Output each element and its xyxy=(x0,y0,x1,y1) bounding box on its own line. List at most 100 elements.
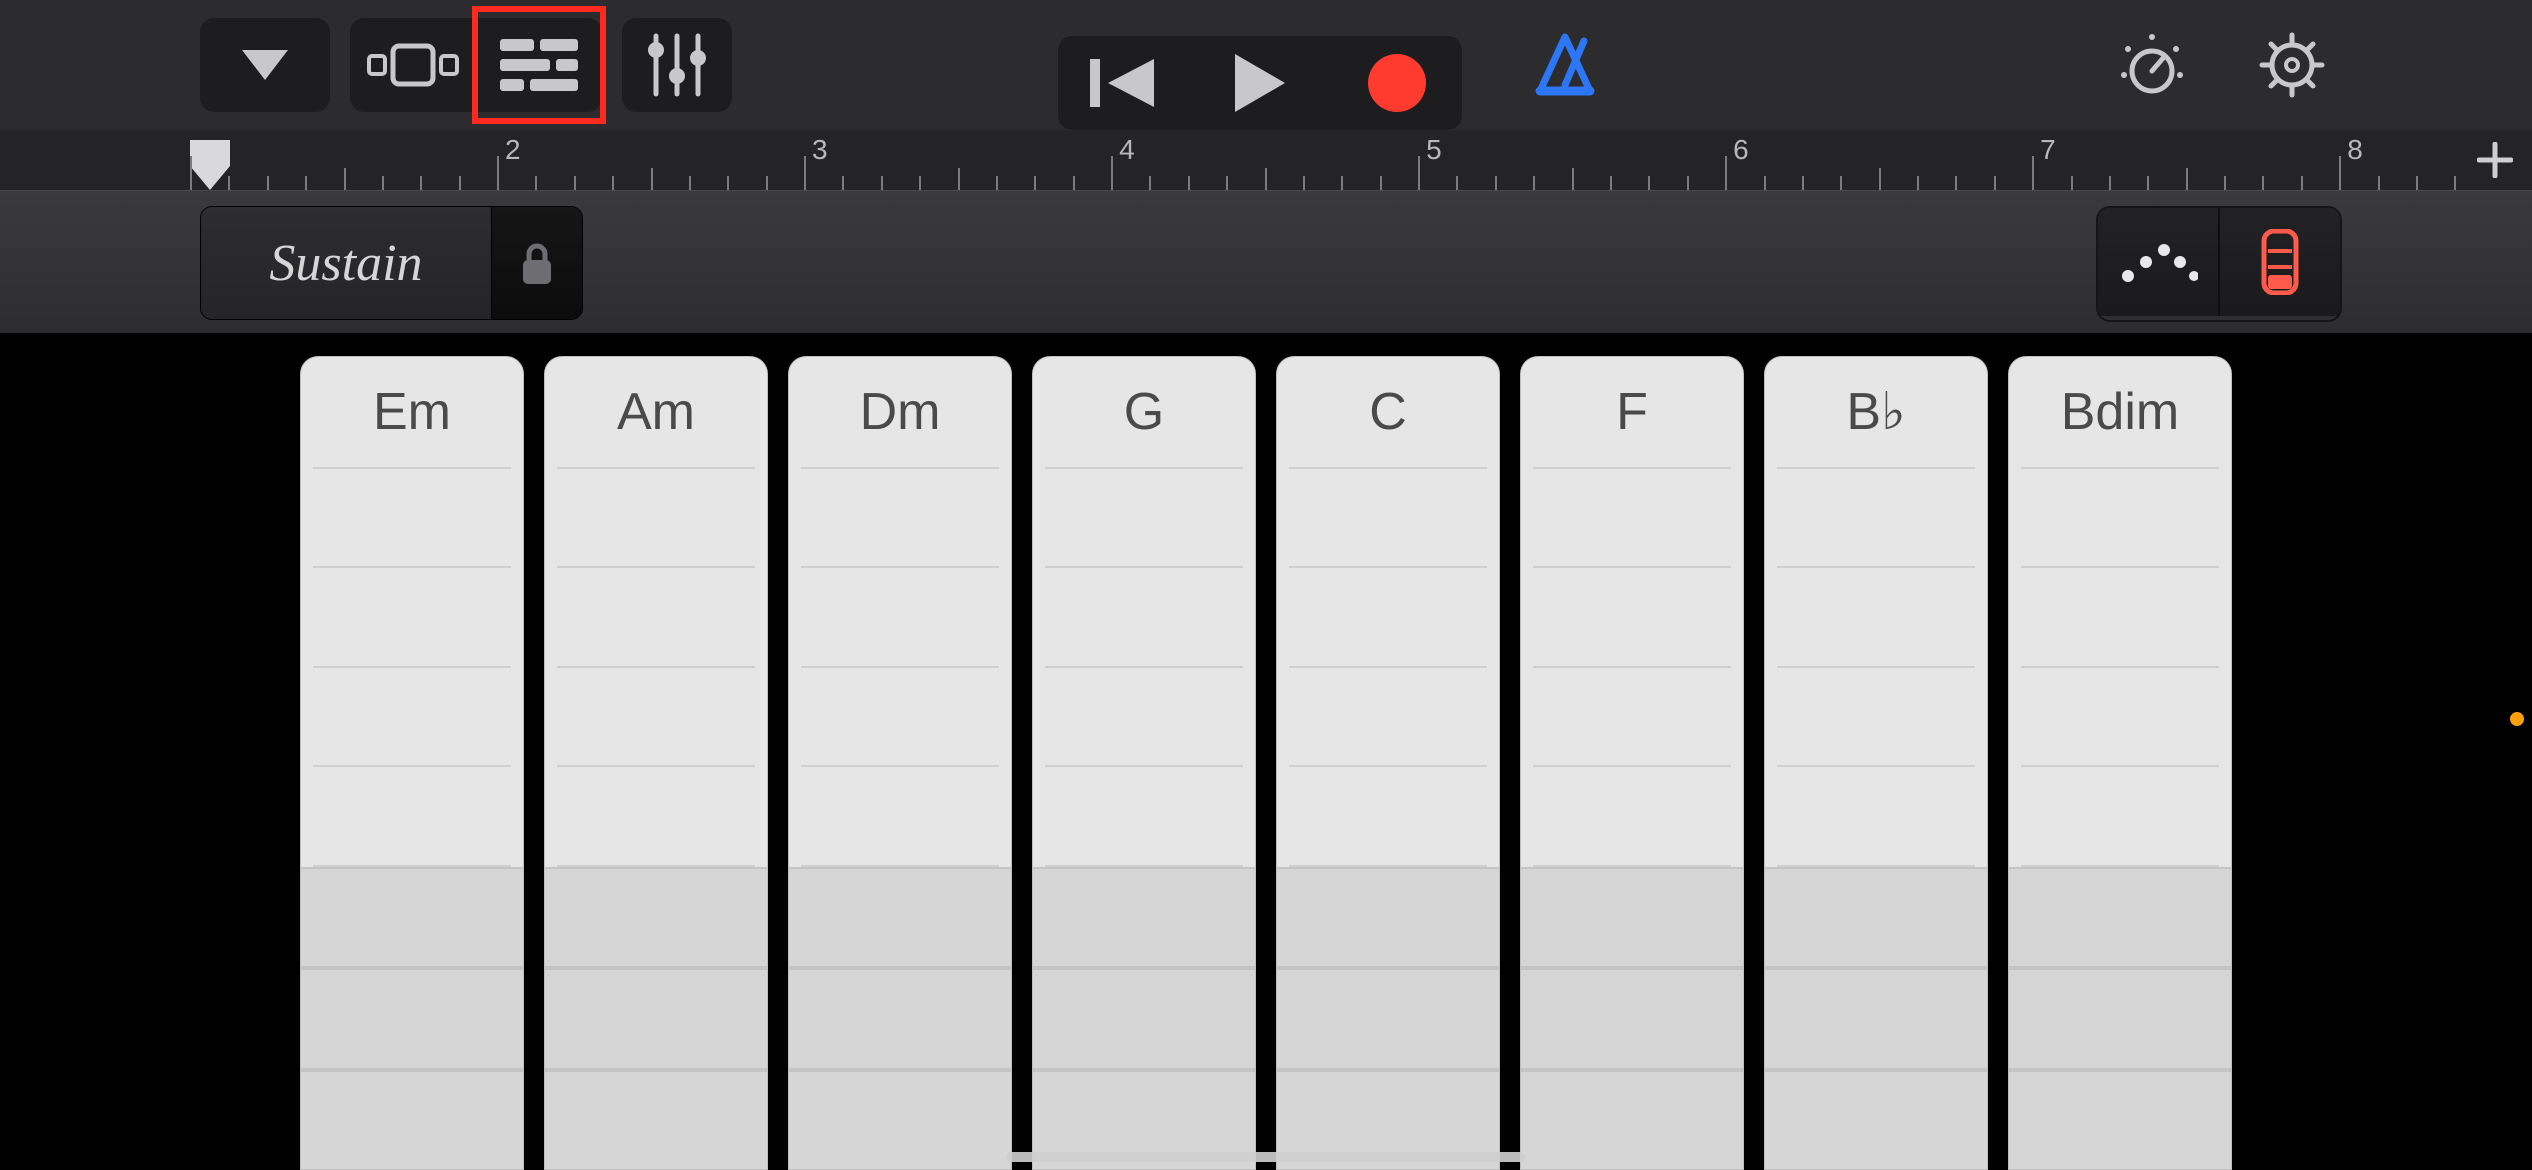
plus-icon xyxy=(2477,142,2513,178)
chord-row[interactable] xyxy=(1289,668,1487,767)
chord-row[interactable] xyxy=(1533,568,1731,667)
chord-strip[interactable]: G xyxy=(1032,356,1256,1170)
chord-strip[interactable]: F xyxy=(1520,356,1744,1170)
chord-strip[interactable]: B♭ xyxy=(1764,356,1988,1170)
keyboard-view-group xyxy=(2096,206,2342,322)
gear-icon xyxy=(2259,32,2325,98)
chord-row[interactable] xyxy=(2021,767,2219,866)
chord-row[interactable] xyxy=(801,568,999,667)
chord-row[interactable] xyxy=(1045,668,1243,767)
chord-bass-row[interactable] xyxy=(789,968,1011,1069)
chord-bass-row[interactable] xyxy=(1521,1070,1743,1169)
tracks-icon xyxy=(500,37,578,93)
chord-bass-row[interactable] xyxy=(2009,1070,2231,1169)
chord-strip[interactable]: Dm xyxy=(788,356,1012,1170)
chord-row[interactable] xyxy=(557,668,755,767)
chord-bass-row[interactable] xyxy=(301,1070,523,1169)
timeline-ruler[interactable]: 2345678 xyxy=(0,130,2532,190)
add-section-button[interactable] xyxy=(2468,130,2522,190)
instrument-view-button[interactable] xyxy=(350,18,476,112)
chord-row[interactable] xyxy=(1777,469,1975,568)
ruler-ticks: 2345678 xyxy=(0,130,2532,190)
chord-bass-row[interactable] xyxy=(1033,968,1255,1069)
play-button[interactable] xyxy=(1188,36,1332,130)
info-button[interactable] xyxy=(2102,18,2202,112)
chord-bass-row[interactable] xyxy=(1277,968,1499,1069)
home-indicator xyxy=(1006,1152,1526,1162)
chord-bass-row[interactable] xyxy=(1277,867,1499,968)
transport-group xyxy=(1058,18,1462,112)
settings-button[interactable] xyxy=(2242,18,2342,112)
sustain-group: Sustain xyxy=(200,206,583,320)
bar-number: 5 xyxy=(1426,134,1442,166)
chord-bass-row[interactable] xyxy=(1521,867,1743,968)
chord-bass-row[interactable] xyxy=(1521,968,1743,1069)
chord-row[interactable] xyxy=(557,469,755,568)
chord-row[interactable] xyxy=(313,469,511,568)
chord-row[interactable] xyxy=(557,767,755,866)
tracks-view-button[interactable] xyxy=(476,18,602,112)
top-toolbar xyxy=(0,0,2532,130)
chord-bass-row[interactable] xyxy=(1765,867,1987,968)
chord-strip[interactable]: C xyxy=(1276,356,1500,1170)
sustain-button[interactable]: Sustain xyxy=(201,207,491,319)
skip-back-icon xyxy=(1090,57,1156,109)
record-button[interactable] xyxy=(1332,36,1462,130)
chord-bass-row[interactable] xyxy=(2009,867,2231,968)
chord-bass-row[interactable] xyxy=(545,1070,767,1169)
chord-row[interactable] xyxy=(1533,767,1731,866)
chord-row[interactable] xyxy=(2021,668,2219,767)
bar-number: 7 xyxy=(2040,134,2056,166)
chord-row[interactable] xyxy=(313,668,511,767)
chord-bass-row[interactable] xyxy=(789,867,1011,968)
arpeggiator-view-button[interactable] xyxy=(2098,208,2218,316)
chord-row[interactable] xyxy=(313,767,511,866)
chord-bass-row[interactable] xyxy=(789,1070,1011,1169)
chord-strip[interactable]: Bdim xyxy=(2008,356,2232,1170)
chord-bass-row[interactable] xyxy=(1033,867,1255,968)
chord-row[interactable] xyxy=(1777,767,1975,866)
chord-row[interactable] xyxy=(557,568,755,667)
track-controls-button[interactable] xyxy=(622,18,732,112)
chord-row[interactable] xyxy=(801,668,999,767)
go-to-start-button[interactable] xyxy=(1058,36,1188,130)
metronome-button[interactable] xyxy=(1510,18,1620,112)
sliders-icon xyxy=(646,32,708,98)
chord-row[interactable] xyxy=(1289,469,1487,568)
chord-row[interactable] xyxy=(1289,568,1487,667)
chord-row[interactable] xyxy=(1045,568,1243,667)
sustain-lock-button[interactable] xyxy=(491,207,582,319)
bar-number: 8 xyxy=(2347,134,2363,166)
chord-columns: Em Am DmGCFB♭ Bdim xyxy=(300,356,2232,1170)
chord-bass-row[interactable] xyxy=(1765,1070,1987,1169)
chord-row[interactable] xyxy=(1045,469,1243,568)
chord-row[interactable] xyxy=(313,568,511,667)
chord-row[interactable] xyxy=(801,469,999,568)
chord-label: Bdim xyxy=(2021,357,2219,469)
chord-row[interactable] xyxy=(2021,469,2219,568)
chord-strip[interactable]: Am xyxy=(544,356,768,1170)
bar-number: 2 xyxy=(505,134,521,166)
mic-indicator-dot xyxy=(2510,712,2524,726)
sustain-label: Sustain xyxy=(269,234,422,293)
bar-number: 6 xyxy=(1733,134,1749,166)
chord-strip[interactable]: Em xyxy=(300,356,524,1170)
chord-bass-row[interactable] xyxy=(545,867,767,968)
chord-bass-row[interactable] xyxy=(301,968,523,1069)
chord-row[interactable] xyxy=(1777,668,1975,767)
browser-button[interactable] xyxy=(200,18,330,112)
chord-row[interactable] xyxy=(1777,568,1975,667)
chord-bass-row[interactable] xyxy=(1765,968,1987,1069)
chord-bass-row[interactable] xyxy=(301,867,523,968)
chord-row[interactable] xyxy=(1045,767,1243,866)
chord-row[interactable] xyxy=(2021,568,2219,667)
chord-row[interactable] xyxy=(1533,668,1731,767)
arpeggio-icon xyxy=(2118,240,2198,284)
chord-row[interactable] xyxy=(1533,469,1731,568)
chord-bass-row[interactable] xyxy=(545,968,767,1069)
chord-row[interactable] xyxy=(1289,767,1487,866)
chord-label: Am xyxy=(557,357,755,469)
chord-strips-view-button[interactable] xyxy=(2218,208,2340,316)
chord-bass-row[interactable] xyxy=(2009,968,2231,1069)
chord-row[interactable] xyxy=(801,767,999,866)
